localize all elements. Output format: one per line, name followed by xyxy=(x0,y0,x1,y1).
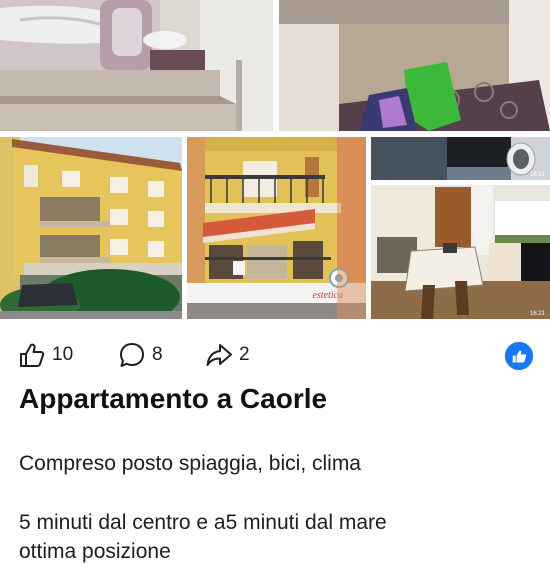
dining-kitchen-photo[interactable]: 16:21 xyxy=(371,185,550,319)
post-description-line: Compreso posto spiaggia, bici, clima xyxy=(19,452,361,475)
post-title: Appartamento a Caorle xyxy=(19,383,328,414)
like-count: 10 xyxy=(52,344,74,365)
bunk-bed-bags-photo[interactable] xyxy=(279,0,550,131)
bunk-bed-photo[interactable] xyxy=(0,0,273,131)
balcony-awning-photo[interactable]: estetica xyxy=(187,137,366,319)
comment-count: 8 xyxy=(152,344,163,365)
speech-bubble-icon xyxy=(120,343,144,367)
photo-timestamp: 16:21 xyxy=(530,311,546,317)
thumbs-up-icon xyxy=(20,343,45,367)
share-count: 2 xyxy=(239,344,250,365)
like-button[interactable]: 10 xyxy=(18,340,73,370)
bathroom-photo[interactable]: 16:21 xyxy=(371,137,550,180)
post-actions-bar: 10 8 2 xyxy=(18,340,538,371)
like-reaction-icon[interactable] xyxy=(504,341,534,371)
comment-button[interactable]: 8 xyxy=(118,340,163,370)
post-description-line: 5 minuti dal centro e a5 minuti dal mare xyxy=(19,511,387,534)
thumbs-up-icon xyxy=(512,349,526,362)
share-arrow-icon xyxy=(206,344,232,366)
post-description-line: ottima posizione xyxy=(19,540,171,563)
share-button[interactable]: 2 xyxy=(205,340,250,370)
building-exterior-photo[interactable] xyxy=(0,137,182,319)
photo-timestamp: 16:21 xyxy=(530,172,546,178)
